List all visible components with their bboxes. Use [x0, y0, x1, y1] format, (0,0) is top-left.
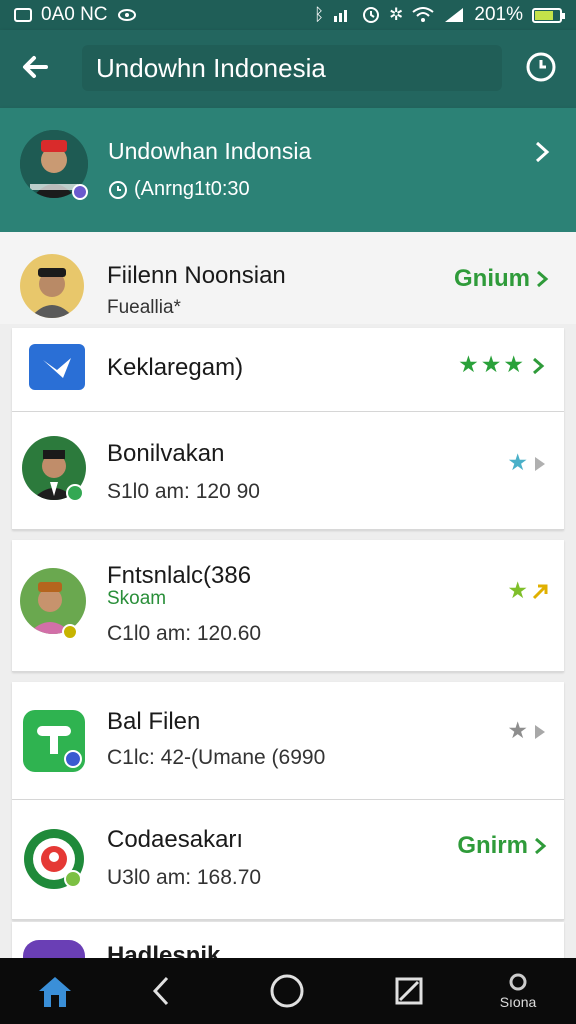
item-action-label: Gnium — [454, 265, 530, 292]
chevron-right-icon — [535, 837, 547, 855]
item-action-label: Gnirm — [457, 832, 528, 859]
alarm-icon — [363, 7, 380, 23]
square-slash-icon — [395, 977, 423, 1005]
cell-signal-icon — [445, 8, 464, 22]
navigation-bar: Sıona — [0, 958, 576, 1024]
item-subtitle: C1lc: 42-(Umane (6990 — [107, 746, 326, 769]
back-button[interactable] — [16, 47, 56, 87]
online-badge-icon — [66, 484, 84, 502]
item-title: Fiilenn Noonsian — [107, 262, 286, 289]
header-subtitle: (Anrng1t0:30 — [108, 178, 250, 201]
item-subtitle: U3l0 am: 168.70 — [107, 866, 262, 889]
status-left-text: 0A0 NC — [41, 4, 108, 25]
item-tag: Skoam — [107, 588, 167, 609]
profile-header[interactable]: Undowhan Indonsia (Anrng1t0:30 — [0, 108, 576, 232]
app-logo-icon — [29, 344, 85, 390]
chevron-left-icon — [152, 976, 169, 1006]
app-logo-icon — [23, 940, 85, 958]
battery-percent: 201% — [474, 4, 523, 25]
contact-list: Fiilenn Noonsian Fueallia* Gnium Keklare… — [0, 232, 576, 958]
tab-profile[interactable]: Sıona — [480, 958, 556, 1024]
rating[interactable]: ★★★ — [458, 354, 546, 377]
list-item[interactable]: Keklaregam) ★★★ — [12, 328, 564, 412]
badge-icon — [64, 750, 82, 768]
back-nav-button[interactable] — [126, 958, 196, 1024]
star-icon: ★★★ — [458, 352, 526, 378]
chevron-right-icon — [535, 724, 545, 739]
rating[interactable]: ★ — [507, 452, 548, 475]
item-title: Bonilvakan — [107, 440, 225, 467]
item-action[interactable]: Gnirm — [457, 832, 548, 860]
avatar — [20, 254, 84, 318]
list-item[interactable]: Bonilvakan S1l0 am: 120 90 ★ — [12, 412, 564, 530]
chevron-right-icon — [533, 357, 545, 374]
arrow-icon — [532, 584, 548, 599]
home-button[interactable] — [20, 958, 90, 1024]
recents-button[interactable] — [374, 958, 444, 1024]
history-button[interactable] — [524, 50, 558, 84]
list-item[interactable]: Fiilenn Noonsian Fueallia* Gnium — [0, 232, 576, 324]
list-item[interactable]: Hadlesnik — [12, 922, 564, 958]
item-title: Fntsnlalc(386 — [107, 562, 252, 589]
rating[interactable]: ★ — [507, 580, 548, 603]
vibrate-icon: ✲ — [389, 5, 404, 25]
badge-icon — [62, 624, 78, 640]
arrow-left-icon — [23, 56, 48, 78]
item-subtitle: S1l0 am: 120 90 — [107, 480, 260, 503]
notification-icon — [14, 8, 32, 22]
nav-label: Sıona — [499, 994, 537, 1010]
item-title: Bal Filen — [107, 708, 201, 735]
home-icon — [39, 977, 71, 1007]
circle-dot-icon — [509, 973, 527, 991]
app-bar: Undowhn Indonesia — [0, 30, 576, 108]
bluetooth-icon: ᛒ — [313, 5, 325, 25]
verified-badge-icon — [72, 184, 88, 200]
clock-icon — [109, 180, 127, 199]
item-title: Codaesakarı — [107, 826, 244, 853]
badge-icon — [64, 870, 82, 888]
chevron-right-icon — [537, 270, 549, 288]
header-time: (Anrng1t0:30 — [134, 178, 250, 200]
item-subtitle: Fueallia* — [107, 297, 181, 318]
circle-icon — [270, 974, 304, 1008]
list-item[interactable]: Fntsnlalc(386 Skoam C1l0 am: 120.60 ★ — [12, 540, 564, 672]
status-bar: 0A0 NC ᛒ ✲ 201% — [0, 0, 576, 30]
star-icon: ★ — [507, 450, 528, 476]
battery-icon — [532, 7, 565, 23]
chevron-right-icon — [535, 456, 545, 471]
list-item[interactable]: Bal Filen C1lc: 42-(Umane (6990 ★ — [12, 682, 564, 800]
item-subtitle: C1l0 am: 120.60 — [107, 622, 262, 645]
item-action[interactable]: Gnium — [454, 265, 550, 293]
app-title[interactable]: Undowhn Indonesia — [82, 45, 502, 91]
item-title: Keklaregam) — [107, 354, 244, 381]
eye-icon — [117, 9, 136, 21]
list-item[interactable]: Codaesakarı U3l0 am: 168.70 Gnirm — [12, 800, 564, 920]
star-icon: ★ — [507, 718, 528, 744]
chevron-right-icon[interactable] — [530, 140, 554, 164]
header-name: Undowhan Indonsia — [108, 138, 312, 164]
item-title: Hadlesnik — [107, 942, 221, 958]
rating[interactable]: ★ — [507, 720, 548, 743]
wifi-icon — [412, 7, 435, 22]
home-circle-button[interactable] — [252, 958, 322, 1024]
star-icon: ★ — [507, 578, 528, 604]
signal-bars-icon — [334, 10, 348, 22]
clock-icon — [526, 52, 556, 82]
